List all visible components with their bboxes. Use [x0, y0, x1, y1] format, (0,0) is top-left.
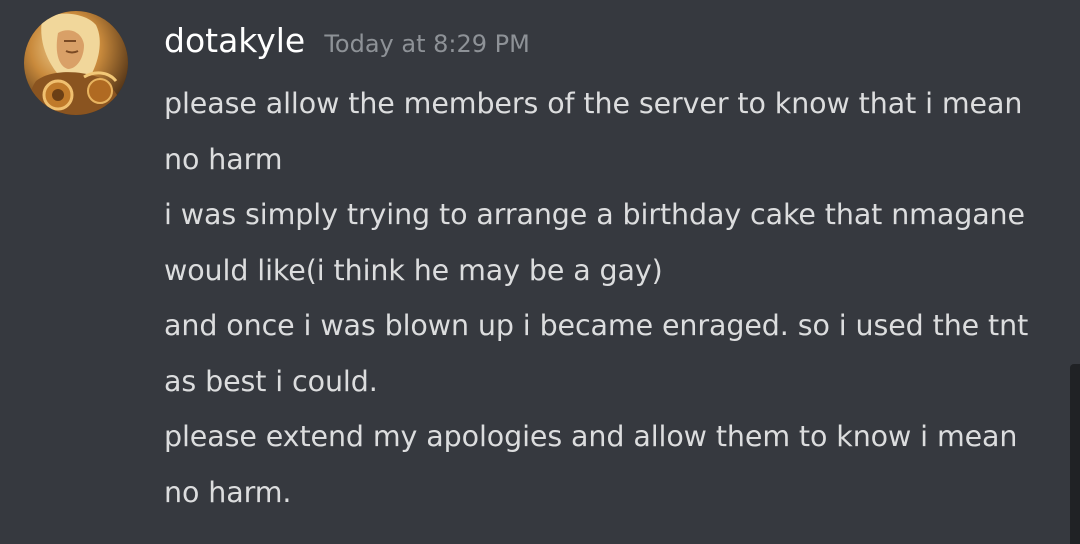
scrollbar-thumb[interactable]	[1070, 364, 1080, 544]
timestamp: Today at 8:29 PM	[324, 30, 530, 58]
message-list: please allow the members of the server t…	[164, 76, 1044, 520]
message-text: and once i was blown up i became enraged…	[164, 309, 1029, 398]
warrior-character-avatar-icon	[24, 11, 128, 115]
message-header: dotakyle Today at 8:29 PM	[164, 18, 530, 67]
message-text: please extend my apologies and allow the…	[164, 420, 1018, 509]
message-text: please allow the members of the server t…	[164, 87, 1023, 176]
username[interactable]: dotakyle	[164, 18, 305, 64]
message-text: i was simply trying to arrange a birthda…	[164, 198, 1025, 287]
user-avatar[interactable]	[24, 11, 128, 115]
chat-view: dotakyle Today at 8:29 PM please allow t…	[0, 0, 1080, 544]
